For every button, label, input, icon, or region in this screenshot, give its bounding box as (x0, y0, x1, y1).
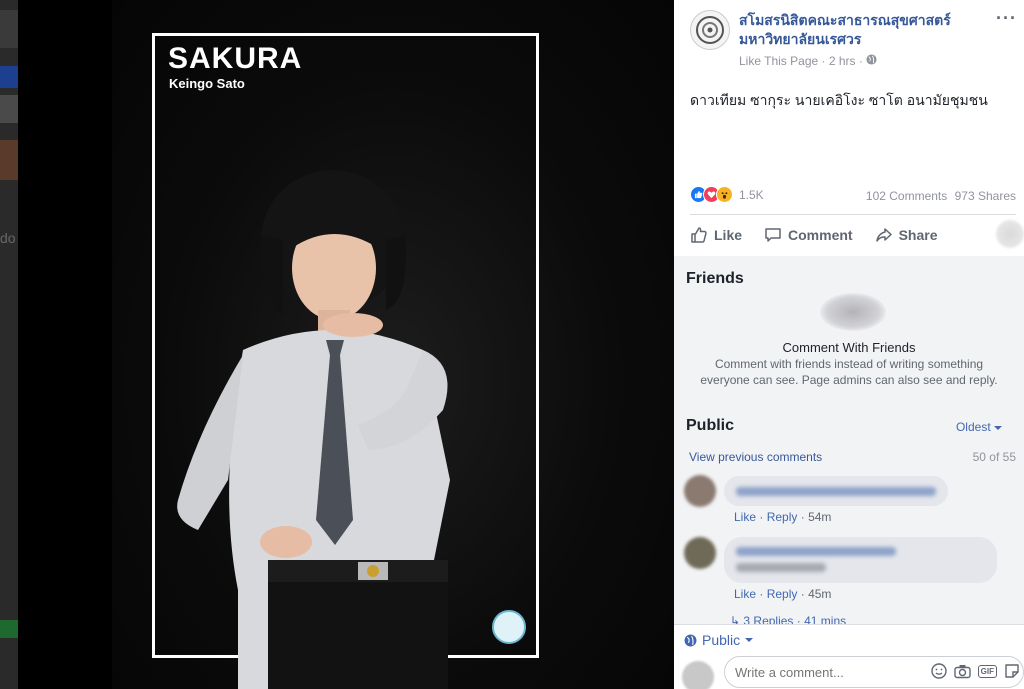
post-time[interactable]: 2 hrs (829, 54, 856, 68)
friends-description: Comment with friends instead of writing … (700, 357, 998, 387)
comment-like-link[interactable]: Like (734, 587, 756, 601)
page-logo-icon (696, 16, 724, 44)
gif-icon[interactable]: GIF (977, 664, 997, 678)
strip-block (0, 10, 18, 48)
friends-heading: Comment With Friends (782, 340, 916, 355)
share-icon (875, 228, 892, 242)
comment-actions: Like · Reply · 45m (734, 587, 832, 601)
page-avatar[interactable] (690, 10, 730, 50)
comment-composer: Public GIF (674, 624, 1024, 689)
like-page-link[interactable]: Like This Page (739, 54, 818, 68)
comment-icon (765, 228, 781, 242)
poster-title: SAKURA (168, 42, 303, 75)
comment-avatar[interactable] (684, 537, 716, 569)
background-page-strip: do (0, 0, 18, 689)
post-meta: Like This Page · 2 hrs · (739, 53, 877, 68)
strip-block (0, 620, 18, 638)
comment-bubble (724, 537, 997, 583)
sticker-icon[interactable] (1004, 663, 1020, 679)
blurred-comment-text (736, 487, 936, 496)
share-as-avatar[interactable] (996, 220, 1024, 248)
page-name-link[interactable]: สโมสรนิสิตคณะสาธารณสุขศาสตร์ มหาวิทยาลัย… (739, 11, 969, 49)
audience-selector[interactable]: Public (684, 632, 758, 648)
strip-block (0, 140, 18, 180)
composer-tools: GIF (924, 663, 1020, 679)
post-panel: สโมสรนิสิตคณะสาธารณสุขศาสตร์ มหาวิทยาลัย… (674, 0, 1024, 689)
comment-button[interactable]: Comment (764, 226, 853, 244)
comment-bubble (724, 476, 948, 506)
shares-count-link[interactable]: 973 Shares (955, 189, 1016, 203)
sort-label: Oldest (955, 420, 991, 434)
view-replies-link[interactable]: ↳ 3 Replies · 41 mins (730, 614, 846, 624)
comments-pager-count: 50 of 55 (972, 450, 1016, 464)
comment-avatar[interactable] (684, 475, 716, 507)
globe-icon (866, 54, 877, 68)
comment-reply-link[interactable]: Reply (767, 510, 798, 524)
reaction-count: 1.5K (739, 187, 764, 202)
emoji-icon[interactable] (930, 663, 947, 679)
photo-theater: do SAKURA Keingo Sato (0, 0, 674, 689)
post-photo[interactable]: SAKURA Keingo Sato (112, 0, 674, 689)
audience-label: Public (702, 632, 741, 648)
caret-down-icon (994, 420, 1002, 434)
comment-like-link[interactable]: Like (734, 510, 756, 524)
globe-icon (684, 634, 697, 646)
public-section-title: Public (686, 417, 735, 434)
poster-subtitle: Keingo Sato (169, 76, 245, 91)
strip-block (0, 95, 18, 123)
share-button[interactable]: Share (875, 226, 938, 244)
friends-section-title: Friends (686, 270, 744, 287)
caret-down-icon (745, 637, 758, 643)
comments-count-link[interactable]: 102 Comments (866, 189, 947, 203)
like-icon (691, 227, 707, 243)
wow-reaction-icon (716, 186, 733, 203)
post-caption: ดาวเทียม ซากุระ นายเคอิโงะ ซาโต อนามัยชุ… (690, 92, 988, 108)
comment-label: Comment (788, 227, 853, 243)
like-button[interactable]: Like (690, 226, 742, 244)
reply-arrow-icon: ↳ (730, 614, 741, 624)
comment-time[interactable]: 45m (808, 587, 831, 601)
comment-reply-link[interactable]: Reply (767, 587, 798, 601)
comments-area: Friends Comment With Friends Comment wit… (674, 256, 1024, 624)
more-options-button[interactable]: ··· (996, 8, 1017, 29)
strip-text: do (0, 230, 16, 246)
camera-icon[interactable] (953, 664, 971, 679)
friends-avatars (820, 293, 886, 331)
reaction-summary[interactable]: 1.5K (690, 186, 764, 203)
logo-badge (492, 610, 526, 644)
post-stats: 102 Comments 973 Shares (862, 189, 1016, 203)
post-actions: Like Comment Share (690, 220, 1024, 250)
share-label: Share (898, 227, 938, 243)
sort-dropdown[interactable]: Oldest (956, 420, 1002, 434)
meta-separator: · (821, 53, 826, 68)
replies-text: 3 Replies · 41 mins (743, 614, 847, 624)
person-illustration (177, 170, 450, 689)
blurred-comment-text (736, 547, 896, 556)
user-avatar (682, 661, 714, 689)
meta-separator: · (858, 53, 863, 68)
comment-time[interactable]: 54m (808, 510, 831, 524)
like-label: Like (714, 227, 743, 243)
view-previous-comments-link[interactable]: View previous comments (689, 450, 822, 464)
blurred-comment-text (736, 563, 826, 572)
strip-block (0, 66, 18, 88)
comment-actions: Like · Reply · 54m (734, 510, 832, 524)
divider (690, 214, 1016, 215)
